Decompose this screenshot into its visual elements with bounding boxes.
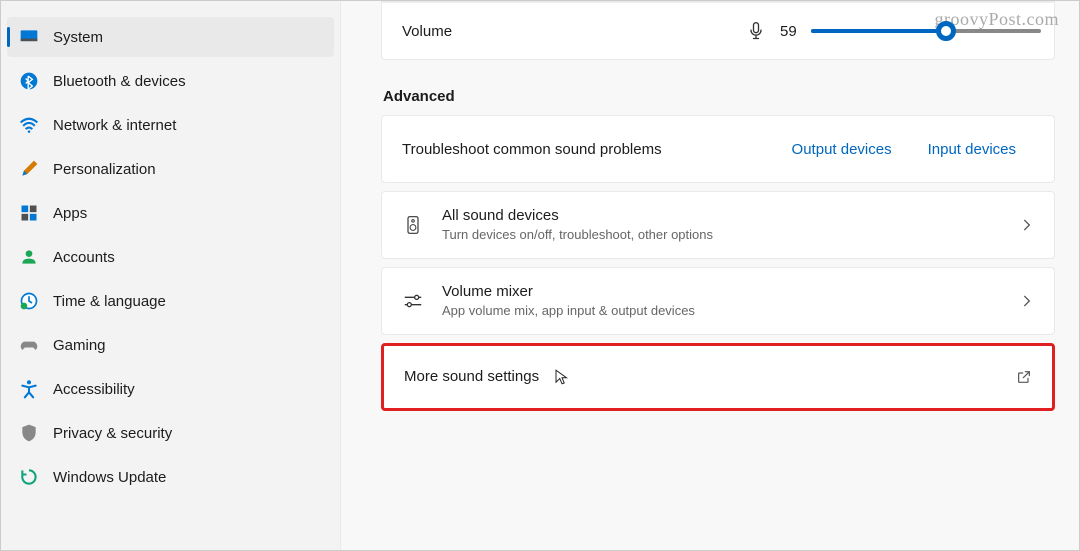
sidebar-item-system[interactable]: System (7, 17, 334, 57)
speaker-icon (402, 214, 424, 236)
slider-thumb[interactable] (936, 21, 956, 41)
sidebar-item-personalization[interactable]: Personalization (7, 149, 334, 189)
sidebar-item-label: Windows Update (53, 469, 166, 486)
advanced-heading: Advanced (383, 88, 1055, 105)
sidebar-item-accounts[interactable]: Accounts (7, 237, 334, 277)
personalization-icon (19, 159, 39, 179)
volume-slider[interactable] (811, 29, 1041, 33)
sidebar-item-label: Gaming (53, 337, 106, 354)
troubleshoot-card: Troubleshoot common sound problems Outpu… (381, 115, 1055, 183)
more-sound-label: More sound settings (404, 368, 539, 385)
input-devices-link[interactable]: Input devices (910, 135, 1034, 164)
privacy-icon (19, 423, 39, 443)
troubleshoot-row: Troubleshoot common sound problems Outpu… (382, 116, 1054, 182)
all-devices-subtitle: Turn devices on/off, troubleshoot, other… (442, 226, 1002, 244)
update-icon (19, 467, 39, 487)
sidebar-item-gaming[interactable]: Gaming (7, 325, 334, 365)
system-icon (19, 27, 39, 47)
sidebar-item-apps[interactable]: Apps (7, 193, 334, 233)
sidebar-item-label: Accessibility (53, 381, 135, 398)
mixer-title: Volume mixer (442, 282, 1002, 302)
cutoff-row (382, 1, 1054, 2)
external-link-icon (1016, 369, 1032, 385)
volume-value: 59 (780, 23, 797, 40)
volume-label: Volume (402, 23, 732, 40)
chevron-right-icon (1020, 218, 1034, 232)
microphone-icon[interactable] (746, 21, 766, 41)
sidebar-item-bluetooth[interactable]: Bluetooth & devices (7, 61, 334, 101)
all-devices-title: All sound devices (442, 206, 1002, 226)
sidebar-item-label: Accounts (53, 249, 115, 266)
mixer-icon (402, 290, 424, 312)
accessibility-icon (19, 379, 39, 399)
sidebar-item-label: System (53, 29, 103, 46)
volume-mixer-card[interactable]: Volume mixer App volume mix, app input &… (381, 267, 1055, 335)
sidebar-item-time[interactable]: Time & language (7, 281, 334, 321)
sidebar-item-privacy[interactable]: Privacy & security (7, 413, 334, 453)
gaming-icon (19, 335, 39, 355)
more-sound-settings-card[interactable]: More sound settings (381, 343, 1055, 411)
slider-fill (811, 29, 947, 33)
chevron-right-icon (1020, 294, 1034, 308)
sidebar-item-label: Personalization (53, 161, 156, 178)
sidebar-item-label: Privacy & security (53, 425, 172, 442)
mixer-subtitle: App volume mix, app input & output devic… (442, 302, 1002, 320)
apps-icon (19, 203, 39, 223)
settings-main: groovyPost.com Volume 59 Advanced Troubl… (341, 1, 1079, 550)
cursor-icon (553, 368, 571, 386)
sidebar-item-accessibility[interactable]: Accessibility (7, 369, 334, 409)
sidebar-item-label: Apps (53, 205, 87, 222)
sidebar-item-label: Bluetooth & devices (53, 73, 186, 90)
output-devices-link[interactable]: Output devices (774, 135, 910, 164)
all-sound-devices-card[interactable]: All sound devices Turn devices on/off, t… (381, 191, 1055, 259)
sidebar-item-label: Time & language (53, 293, 166, 310)
accounts-icon (19, 247, 39, 267)
settings-sidebar: System Bluetooth & devices Network & int… (1, 1, 341, 550)
sidebar-item-update[interactable]: Windows Update (7, 457, 334, 497)
bluetooth-icon (19, 71, 39, 91)
time-icon (19, 291, 39, 311)
troubleshoot-label: Troubleshoot common sound problems (402, 141, 774, 158)
sidebar-item-label: Network & internet (53, 117, 176, 134)
network-icon (19, 115, 39, 135)
sidebar-item-network[interactable]: Network & internet (7, 105, 334, 145)
